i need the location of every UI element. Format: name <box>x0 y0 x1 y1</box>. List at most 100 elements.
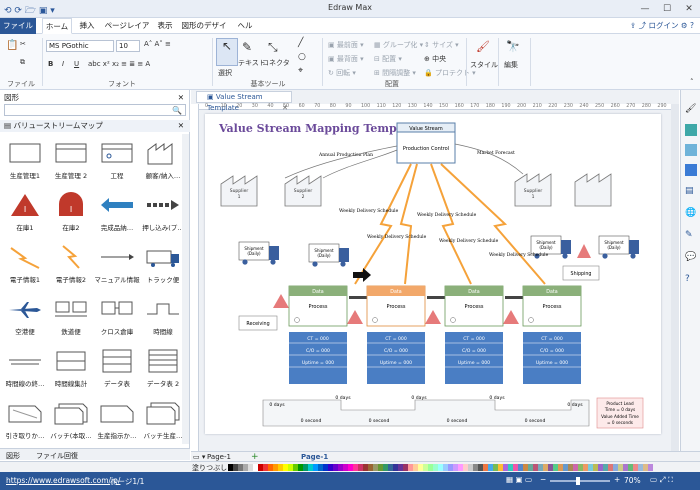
tab-shapes[interactable]: 図形 <box>6 451 20 461</box>
supplier-1-icon[interactable]: Supplier 1 <box>220 175 258 207</box>
shape-item[interactable]: 電子情報2 <box>48 238 94 292</box>
shape-item[interactable]: 引き取りか… <box>2 394 48 448</box>
inventory-triangle-icon[interactable] <box>577 244 591 258</box>
send-back-button[interactable]: ▣ 最背面 ▾ <box>328 54 364 64</box>
shape-item[interactable]: 時間線集計 <box>48 342 94 396</box>
paste-icon[interactable]: 📋 <box>6 40 18 51</box>
inventory-triangle-icon[interactable] <box>503 310 519 324</box>
page-icon[interactable]: ▤ <box>685 186 697 198</box>
zoom-slider[interactable] <box>550 477 610 485</box>
font-name-select[interactable]: MS PGothic <box>46 40 114 52</box>
comment-icon[interactable]: 💬 <box>685 252 697 264</box>
copy-icon[interactable]: ⧉ <box>20 58 25 67</box>
select-tool-icon[interactable]: ↖ <box>216 38 238 66</box>
edit-button[interactable]: 編集 <box>504 60 518 70</box>
align-button[interactable]: ⊟ 配置 ▾ <box>374 54 402 64</box>
truck-icon[interactable]: Shipment (Daily) <box>238 241 279 265</box>
window-controls[interactable]: — ☐ ✕ <box>634 0 700 18</box>
inventory-triangle-icon[interactable] <box>273 294 289 308</box>
shape-item[interactable]: 工程 <box>94 134 140 188</box>
login-link[interactable]: ログイン <box>649 21 679 30</box>
page-tab[interactable]: Page-1 <box>301 453 328 461</box>
shape-item[interactable]: 鉄道便 <box>48 290 94 344</box>
close-icon[interactable]: ✕ <box>178 92 184 104</box>
shape-item[interactable]: データ表 2 <box>140 342 186 396</box>
line-tool-icon[interactable]: ╱ <box>298 38 303 48</box>
page-canvas[interactable]: Value Stream Mapping Template Value Stre… <box>205 114 661 434</box>
bold-button[interactable]: B <box>48 60 53 68</box>
search-icon[interactable]: 🔍 <box>172 106 182 115</box>
shape-item[interactable]: バッチ(本取… <box>48 394 94 448</box>
library-header[interactable]: ▤ バリューストリームマップ ✕ <box>0 120 190 132</box>
font-grow-icon[interactable]: A˄ A˅ ≡ <box>144 40 171 48</box>
connector-label[interactable]: コネクタ <box>262 58 290 68</box>
shape-item[interactable]: 完成品納… <box>94 186 140 240</box>
image-icon[interactable] <box>685 144 697 156</box>
center-button[interactable]: ⊕ 中央 <box>424 54 446 64</box>
tab-file[interactable]: ファイル <box>0 18 36 34</box>
notes-icon[interactable]: ✎ <box>685 230 697 242</box>
format-painter-icon[interactable]: 🖌 <box>685 104 697 116</box>
text-tool-icon[interactable]: ✎ <box>242 40 252 54</box>
shape-item[interactable]: 空港便 <box>2 290 48 344</box>
inventory-triangle-icon[interactable] <box>425 310 441 324</box>
font-size-select[interactable]: 10 <box>116 40 140 52</box>
collapse-ribbon-icon[interactable]: ˄ <box>690 78 694 86</box>
shape-item[interactable]: データ表 <box>94 342 140 396</box>
zoom-in-icon[interactable]: + <box>614 475 620 484</box>
canvas-area[interactable]: Value Stream Mapping Template Value Stre… <box>191 90 679 460</box>
account-area[interactable]: ⇪ ⤴ ログイン ⚙ ? <box>630 20 694 31</box>
shape-item[interactable]: 時間線の終… <box>2 342 48 396</box>
supplier-2-icon[interactable]: Supplier 2 <box>284 175 322 207</box>
tab-insert[interactable]: 挿入 <box>76 18 98 34</box>
shape-item[interactable]: I 在庫2 <box>48 186 94 240</box>
fit-icons[interactable]: ▭ ⤢ ⛶ <box>650 475 673 485</box>
truck-icon[interactable]: Shipment (Daily) <box>308 243 349 267</box>
format-icons[interactable]: abc x² x₂ ≡ ≣ ≡ A <box>88 60 150 68</box>
edit-icon[interactable]: 🔭 <box>506 40 520 53</box>
style-button[interactable]: スタイル <box>470 60 498 70</box>
help-icon[interactable]: ? <box>685 274 697 286</box>
close-icon[interactable]: ✕ <box>178 120 184 132</box>
customer-icon[interactable]: Supplier 1 <box>514 173 612 207</box>
truck-icon[interactable]: Shipment (Daily) <box>598 235 639 259</box>
italic-button[interactable]: I <box>62 60 64 68</box>
tab-view[interactable]: 表示 <box>156 18 174 34</box>
shape-item[interactable]: バッチ生産… <box>140 394 186 448</box>
tab-home[interactable]: ホーム <box>42 18 72 34</box>
document-tab[interactable]: ▣ Value Stream Template ✕ <box>196 91 292 112</box>
group-button[interactable]: ▦ グループ化 ▾ <box>374 40 423 50</box>
shape-item[interactable]: 電子情報1 <box>2 238 48 292</box>
globe-icon[interactable]: 🌐 <box>685 208 697 220</box>
rotate-button[interactable]: ↻ 回転 ▾ <box>328 68 356 78</box>
shape-item[interactable]: 生産指示か… <box>94 394 140 448</box>
shape-item[interactable]: 押し込み(プ… <box>140 186 186 240</box>
panel-scrollbar[interactable] <box>182 134 189 444</box>
size-button[interactable]: ⇕ サイズ ▾ <box>424 40 459 50</box>
cut-icon[interactable]: ✂ <box>20 40 26 48</box>
close-icon[interactable]: ✕ <box>678 0 700 18</box>
page-nav-icon[interactable]: ▭ ▾ <box>193 453 205 461</box>
shape-tool-icon[interactable]: ○ <box>298 52 306 62</box>
shape-item[interactable]: 顧客/納入… <box>140 134 186 188</box>
website-link[interactable]: https://www.edrawsoft.com/jp/ <box>6 476 120 485</box>
shape-item[interactable]: 生産管理1 <box>2 134 48 188</box>
vertical-scrollbar[interactable] <box>671 104 679 454</box>
protect-button[interactable]: 🔒 プロテクト ▾ <box>424 68 476 78</box>
share-icon[interactable]: ⇪ ⤴ <box>630 21 649 30</box>
shape-item[interactable]: トラック便 <box>140 238 186 292</box>
maximize-icon[interactable]: ☐ <box>656 0 678 18</box>
shape-item[interactable]: 時間線 <box>140 290 186 344</box>
shape-item[interactable]: I 在庫1 <box>2 186 48 240</box>
shape-search-input[interactable]: 🔍 <box>4 104 186 116</box>
fill-icon[interactable] <box>685 124 697 136</box>
connector-tool-icon[interactable]: ⤡ <box>268 40 278 55</box>
inventory-triangle-icon[interactable] <box>347 310 363 324</box>
shape-item[interactable]: クロス倉庫 <box>94 290 140 344</box>
style-icon[interactable]: 🖌 <box>476 40 490 53</box>
layer-icon[interactable] <box>685 164 697 176</box>
tab-help[interactable]: ヘルプ <box>234 18 256 46</box>
shape-item[interactable]: 生産管理 2 <box>48 134 94 188</box>
color-swatch[interactable] <box>648 464 653 471</box>
zoom-out-icon[interactable]: − <box>540 475 546 484</box>
